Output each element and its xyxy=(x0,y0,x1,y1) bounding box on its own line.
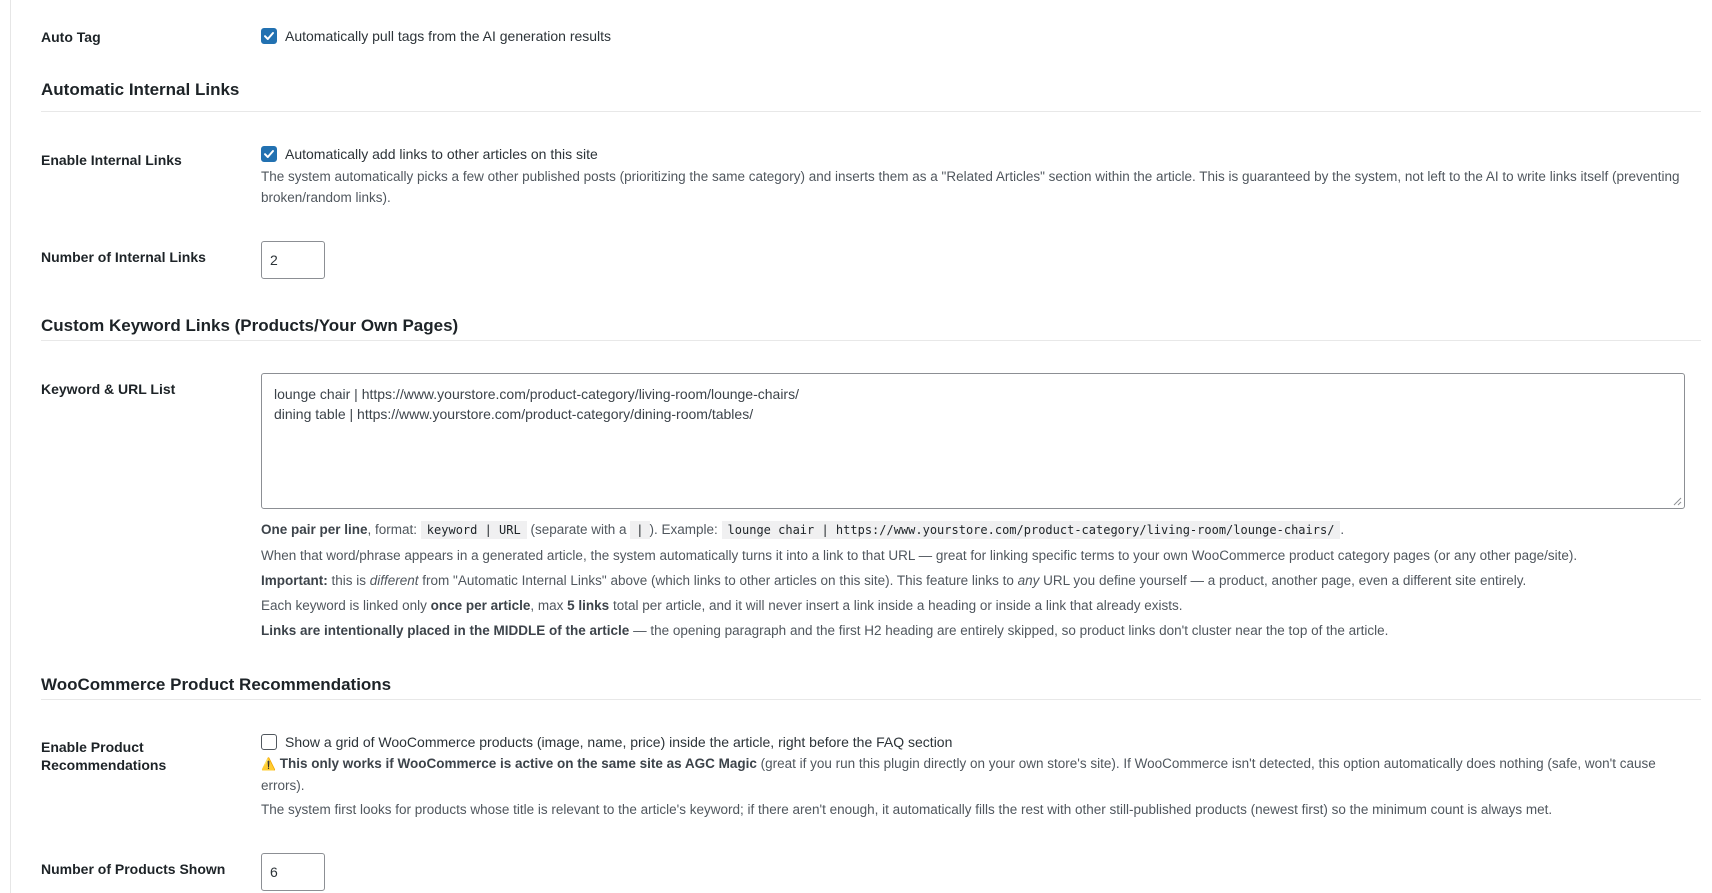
auto-tag-field: Automatically pull tags from the AI gene… xyxy=(261,28,611,44)
settings-panel: Auto Tag Automatically pull tags from th… xyxy=(10,0,1703,893)
products-count-input[interactable]: 6 xyxy=(261,853,325,891)
help-text: , format: xyxy=(367,522,421,537)
enable-internal-links-field: Automatically add links to other article… xyxy=(261,146,1701,208)
products-count-field: 6 xyxy=(261,853,325,891)
keyword-list-field: lounge chair | https://www.yourstore.com… xyxy=(261,373,1712,643)
enable-products-checkbox-text: Show a grid of WooCommerce products (ima… xyxy=(285,734,953,750)
help-placement-line: Links are intentionally placed in the MI… xyxy=(261,618,1712,643)
help-text: this is xyxy=(327,573,370,588)
internal-links-description: The system automatically picks a few oth… xyxy=(261,169,1680,205)
help-text: from "Automatic Internal Links" above (w… xyxy=(418,573,1018,588)
keyword-help: One pair per line, format: keyword | URL… xyxy=(261,517,1712,643)
textarea-line: lounge chair | https://www.yourstore.com… xyxy=(274,386,799,402)
enable-products-field: Show a grid of WooCommerce products (ima… xyxy=(261,734,1701,820)
help-text: URL you define yourself — a product, ano… xyxy=(1039,573,1527,588)
auto-tag-checkbox[interactable] xyxy=(261,28,277,44)
help-bold: Important: xyxy=(261,573,328,588)
enable-internal-links-checkbox-text: Automatically add links to other article… xyxy=(285,146,598,162)
resize-handle-icon[interactable] xyxy=(1672,496,1682,506)
help-behavior-line: When that word/phrase appears in a gener… xyxy=(261,548,1578,563)
help-text: (separate with a xyxy=(526,522,631,537)
woo-warning: ⚠️ This only works if WooCommerce is act… xyxy=(261,753,1701,796)
textarea-line: dining table | https://www.yourstore.com… xyxy=(274,406,754,422)
help-important-line: Important: this is different from "Autom… xyxy=(261,568,1712,593)
help-text: — the opening paragraph and the first H2… xyxy=(629,623,1389,638)
enable-products-checkbox[interactable] xyxy=(261,734,277,750)
checkmark-icon xyxy=(264,150,274,158)
help-text: , max xyxy=(530,598,568,613)
internal-links-count-input[interactable]: 2 xyxy=(261,241,325,279)
code-example: lounge chair | https://www.yourstore.com… xyxy=(721,521,1341,539)
enable-internal-links-label: Enable Internal Links xyxy=(41,152,182,168)
help-text: total per article, and it will never ins… xyxy=(609,598,1183,613)
woo-heading: WooCommerce Product Recommendations xyxy=(41,675,392,694)
warning-bold: This only works if WooCommerce is active… xyxy=(279,756,757,771)
code-format: keyword | URL xyxy=(420,521,527,539)
section-divider xyxy=(41,340,1701,341)
checkmark-icon xyxy=(264,32,274,40)
keyword-list-label: Keyword & URL List xyxy=(41,381,176,397)
products-count-label: Number of Products Shown xyxy=(41,861,226,877)
help-bold: One pair per line xyxy=(261,522,368,537)
auto-tag-checkbox-text: Automatically pull tags from the AI gene… xyxy=(285,28,612,44)
section-divider xyxy=(41,111,1701,112)
code-separator: | xyxy=(630,521,650,539)
section-divider xyxy=(41,699,1701,700)
help-bold: Links are intentionally placed in the MI… xyxy=(261,623,630,638)
help-bold: once per article xyxy=(430,598,531,613)
help-emphasis: any xyxy=(1017,573,1040,588)
internal-links-count-label: Number of Internal Links xyxy=(41,249,206,265)
enable-internal-links-checkbox[interactable] xyxy=(261,146,277,162)
keyword-url-textarea[interactable]: lounge chair | https://www.yourstore.com… xyxy=(261,373,1685,509)
help-text: . xyxy=(1340,522,1345,537)
auto-tag-label: Auto Tag xyxy=(41,29,101,45)
internal-links-count-field: 2 xyxy=(261,241,325,279)
help-bold: 5 links xyxy=(567,598,610,613)
help-text: Each keyword is linked only xyxy=(261,598,431,613)
help-text: ). Example: xyxy=(649,522,722,537)
enable-products-label: Enable Product Recommendations xyxy=(41,739,167,773)
help-format-line: One pair per line, format: keyword | URL… xyxy=(261,517,1712,543)
help-limit-line: Each keyword is linked only once per art… xyxy=(261,593,1712,618)
woo-note: The system first looks for products whos… xyxy=(261,802,1553,817)
keyword-links-heading: Custom Keyword Links (Products/Your Own … xyxy=(41,316,459,335)
help-emphasis: different xyxy=(369,573,419,588)
warning-icon: ⚠️ xyxy=(261,757,276,771)
internal-links-heading: Automatic Internal Links xyxy=(41,80,240,99)
